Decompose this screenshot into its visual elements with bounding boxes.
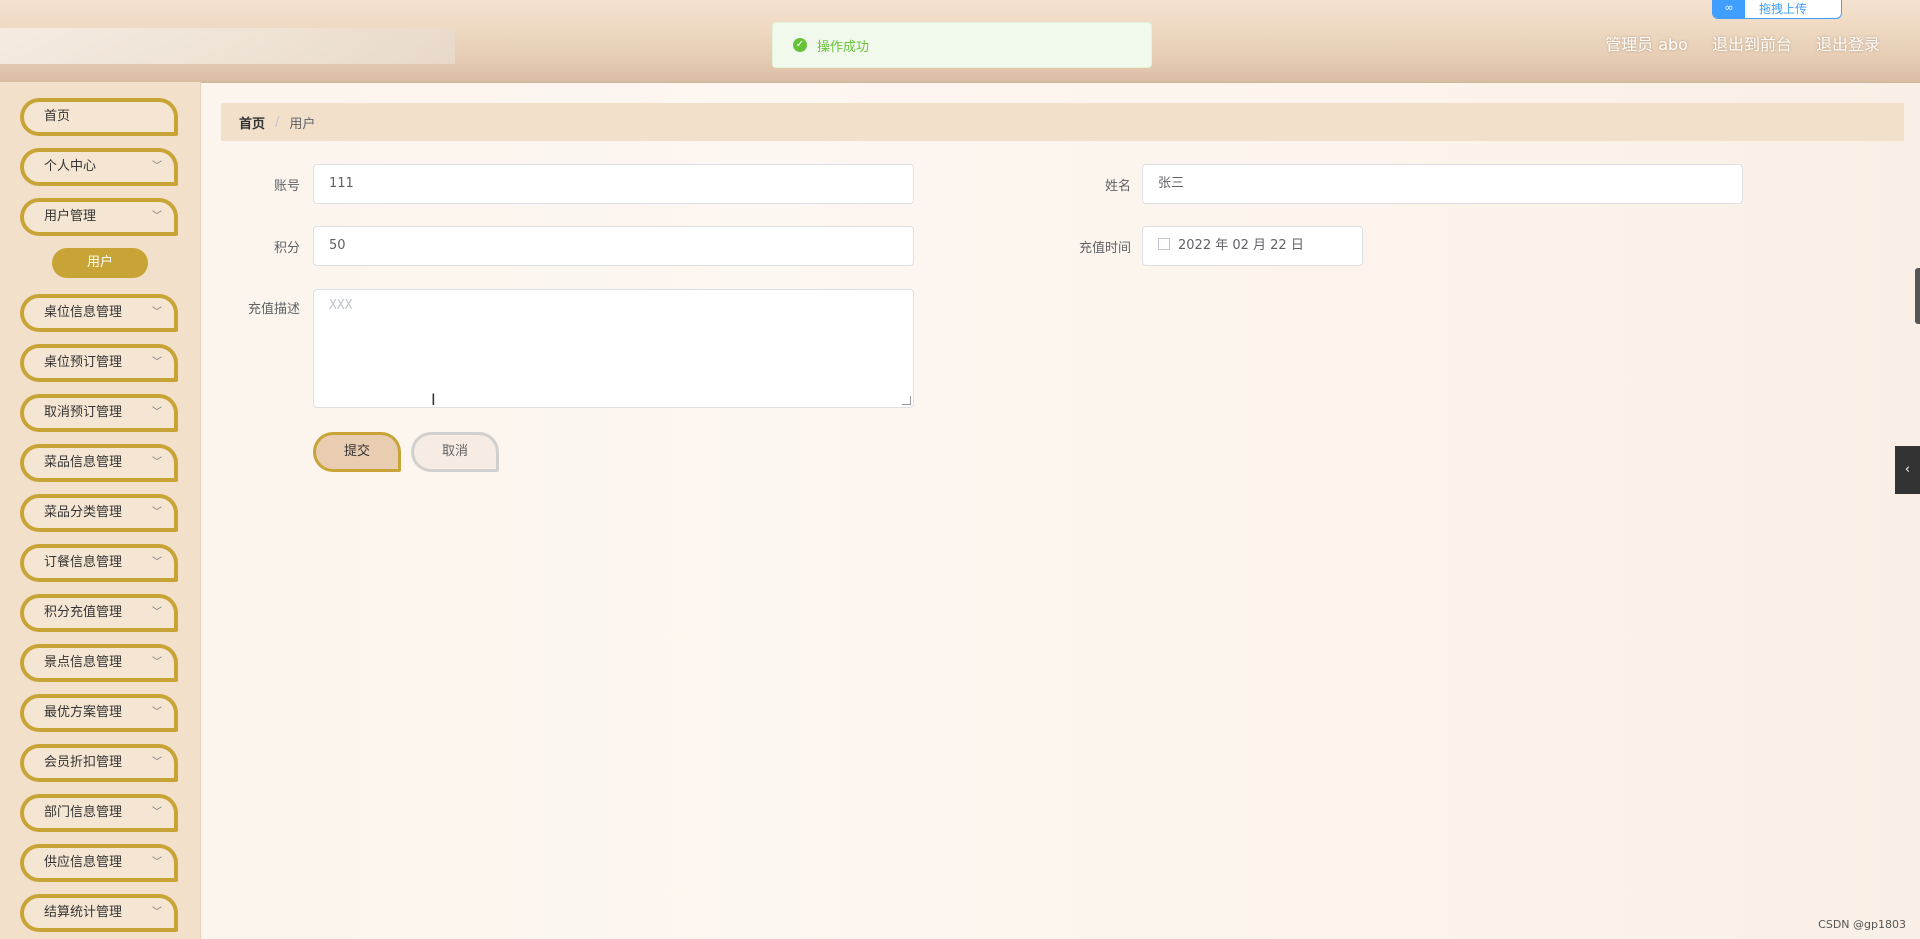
sidebar-item-department-info[interactable]: 部门信息管理 ﹀ xyxy=(20,794,178,832)
chevron-down-icon: ﹀ xyxy=(152,211,162,222)
sidebar-item-label: 积分充值管理 xyxy=(44,605,123,620)
sidebar-item-label: 会员折扣管理 xyxy=(44,755,123,770)
sidebar-item-cancel-booking[interactable]: 取消预订管理 ﹀ xyxy=(20,394,178,432)
sidebar-menu: 首页 个人中心 ﹀ 用户管理 ﹀ 用户 桌位信息管理 ﹀ 桌位预订管理 ﹀ 取消预订管理… xyxy=(0,82,201,939)
chevron-down-icon: ﹀ xyxy=(152,457,162,468)
recharge-time-picker[interactable]: 2022 年 02 月 22 日 xyxy=(1142,226,1363,266)
sidebar-item-label: 桌位预订管理 xyxy=(44,355,123,370)
text-cursor-icon: I xyxy=(431,390,436,409)
cancel-button[interactable]: 取消 xyxy=(411,432,499,472)
chevron-down-icon: ﹀ xyxy=(152,707,162,718)
name-label: 姓名 xyxy=(1104,179,1131,194)
chevron-down-icon: ﹀ xyxy=(152,557,162,568)
sidebar-item-label: 用户管理 xyxy=(44,209,97,224)
recharge-time-label: 充值时间 xyxy=(1078,241,1131,256)
header-logo-area xyxy=(0,28,455,64)
chevron-down-icon: ﹀ xyxy=(152,857,162,868)
sidebar-item-label: 首页 xyxy=(44,109,71,124)
breadcrumb-separator: / xyxy=(275,114,280,130)
breadcrumb: 首页 / 用户 xyxy=(221,103,1904,141)
sidebar-item-points-recharge[interactable]: 积分充值管理 ﹀ xyxy=(20,594,178,632)
success-toast: ✓ 操作成功 xyxy=(772,22,1152,68)
sidebar-item-label: 订餐信息管理 xyxy=(44,555,123,570)
edge-scroll-tab[interactable] xyxy=(1915,268,1920,324)
recharge-desc-label: 充值描述 xyxy=(247,302,300,317)
sidebar-item-optimal-plan[interactable]: 最优方案管理 ﹀ xyxy=(20,694,178,732)
sidebar-item-label: 菜品信息管理 xyxy=(44,455,123,470)
admin-user-label: 管理员 abo xyxy=(1605,35,1688,54)
logout-link[interactable]: 退出登录 xyxy=(1816,31,1880,55)
breadcrumb-current: 用户 xyxy=(289,116,316,132)
sidebar-item-table-booking[interactable]: 桌位预订管理 ﹀ xyxy=(20,344,178,382)
sidebar-item-member-discount[interactable]: 会员折扣管理 ﹀ xyxy=(20,744,178,782)
sidebar-item-label: 桌位信息管理 xyxy=(44,305,123,320)
resize-grip-icon[interactable] xyxy=(902,396,911,405)
sidebar-item-label: 供应信息管理 xyxy=(44,855,123,870)
sidebar-item-label: 最优方案管理 xyxy=(44,705,123,720)
drag-upload-widget[interactable]: ∞ 拖拽上传 xyxy=(1712,0,1842,19)
sidebar-item-scenic-info[interactable]: 景点信息管理 ﹀ xyxy=(20,644,178,682)
recharge-desc-value: XXX xyxy=(329,298,353,313)
recharge-desc-textarea[interactable]: XXX xyxy=(313,289,914,408)
sidebar-item-label: 菜品分类管理 xyxy=(44,505,123,520)
chevron-down-icon: ﹀ xyxy=(152,307,162,318)
sidebar-item-dish-category[interactable]: 菜品分类管理 ﹀ xyxy=(20,494,178,532)
submit-button[interactable]: 提交 xyxy=(313,432,401,472)
sidebar-item-label: 结算统计管理 xyxy=(44,905,123,920)
toast-message: 操作成功 xyxy=(817,39,870,55)
sidebar-item-label: 个人中心 xyxy=(44,159,97,174)
chevron-down-icon: ﹀ xyxy=(152,757,162,768)
sidebar-item-settlement-stats[interactable]: 结算统计管理 ﹀ xyxy=(20,894,178,932)
sidebar-item-dish-info[interactable]: 菜品信息管理 ﹀ xyxy=(20,444,178,482)
check-circle-icon: ✓ xyxy=(793,38,807,52)
sidebar-item-home[interactable]: 首页 xyxy=(20,98,178,136)
chevron-down-icon: ﹀ xyxy=(152,907,162,918)
account-label: 账号 xyxy=(273,179,300,194)
points-field[interactable]: 50 xyxy=(313,226,914,266)
drag-upload-label: 拖拽上传 xyxy=(1759,2,1808,16)
recharge-time-value: 2022 年 02 月 22 日 xyxy=(1178,238,1304,253)
sidebar-subitem-user[interactable]: 用户 xyxy=(52,248,148,278)
breadcrumb-home[interactable]: 首页 xyxy=(239,113,265,132)
chevron-down-icon: ﹀ xyxy=(152,807,162,818)
chevron-down-icon: ﹀ xyxy=(152,657,162,668)
infinity-icon: ∞ xyxy=(1713,0,1745,18)
back-to-frontend-link[interactable]: 退出到前台 xyxy=(1712,31,1792,55)
sidebar-item-user-management[interactable]: 用户管理 ﹀ xyxy=(20,198,178,236)
sidebar-item-supply-info[interactable]: 供应信息管理 ﹀ xyxy=(20,844,178,882)
chevron-down-icon: ﹀ xyxy=(152,357,162,368)
calendar-icon xyxy=(1158,238,1170,250)
chevron-down-icon: ﹀ xyxy=(152,507,162,518)
sidebar-item-label: 取消预订管理 xyxy=(44,405,123,420)
sidebar-item-order-info[interactable]: 订餐信息管理 ﹀ xyxy=(20,544,178,582)
sidebar-item-label: 部门信息管理 xyxy=(44,805,123,820)
name-field[interactable]: 张三 xyxy=(1142,164,1743,204)
sidebar-item-table-info[interactable]: 桌位信息管理 ﹀ xyxy=(20,294,178,332)
points-label: 积分 xyxy=(273,241,300,256)
chevron-left-icon[interactable]: ‹ xyxy=(1895,446,1920,494)
account-field[interactable]: 111 xyxy=(313,164,914,204)
watermark-text: CSDN @gp1803 xyxy=(1818,918,1906,931)
chevron-down-icon: ﹀ xyxy=(152,161,162,172)
sidebar-item-label: 景点信息管理 xyxy=(44,655,123,670)
chevron-down-icon: ﹀ xyxy=(152,607,162,618)
sidebar-item-personal-center[interactable]: 个人中心 ﹀ xyxy=(20,148,178,186)
chevron-down-icon: ﹀ xyxy=(152,407,162,418)
header-nav: 管理员 abo 退出到前台 退出登录 xyxy=(1605,31,1880,55)
